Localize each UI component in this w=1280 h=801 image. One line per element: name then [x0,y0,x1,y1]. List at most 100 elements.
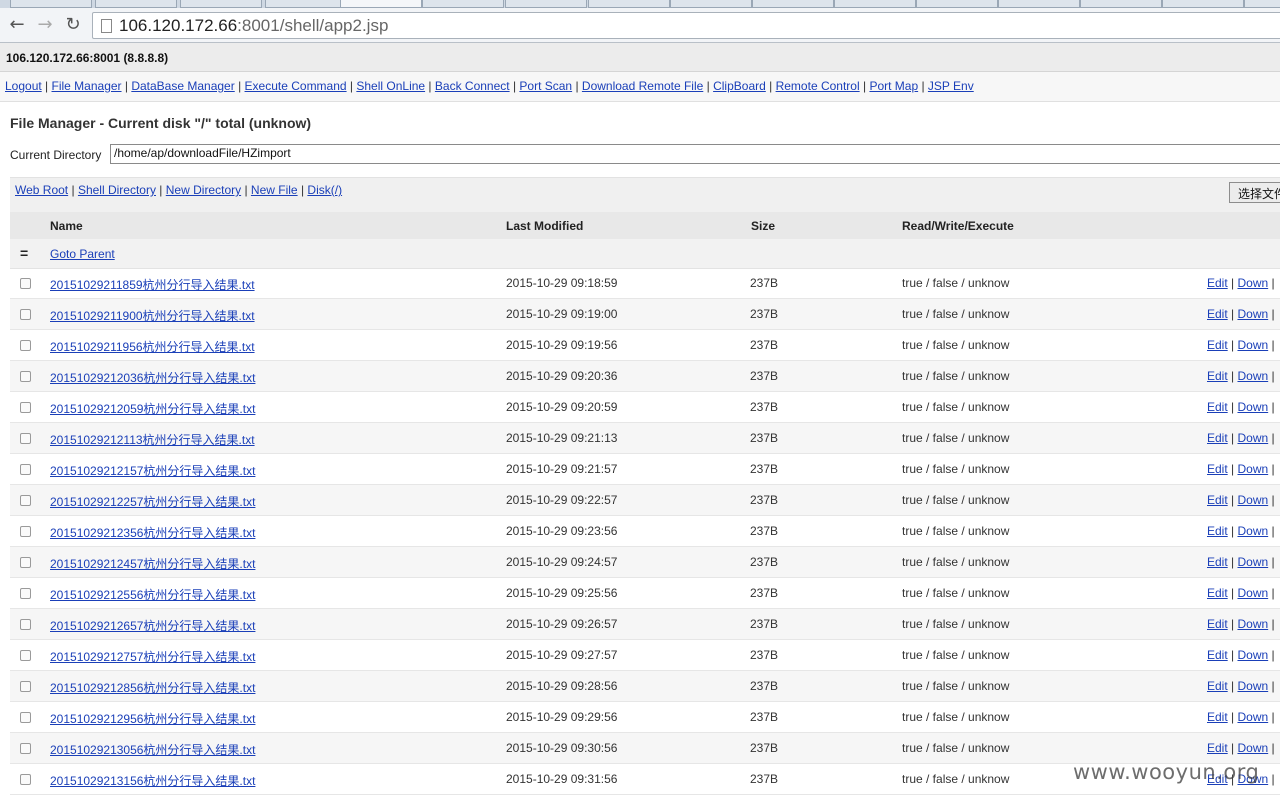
down-link[interactable]: Down [1237,431,1268,445]
browser-tab[interactable] [505,0,587,8]
browser-tab[interactable] [180,0,262,8]
file-name-link[interactable]: 20151029212036杭州分行导入结果.txt [50,369,255,386]
file-name-link[interactable]: 20151029212257杭州分行导入结果.txt [50,493,255,510]
row-checkbox[interactable] [20,557,31,568]
browser-tab[interactable] [95,0,177,8]
down-link[interactable]: Down [1237,276,1268,290]
browser-tab[interactable] [670,0,752,8]
row-checkbox[interactable] [20,371,31,382]
menu-clipboard[interactable]: ClipBoard [713,79,766,93]
browser-tab[interactable] [998,0,1080,8]
edit-link[interactable]: Edit [1207,493,1228,507]
file-name-link[interactable]: 20151029212757杭州分行导入结果.txt [50,648,255,665]
edit-link[interactable]: Edit [1207,431,1228,445]
menu-port-scan[interactable]: Port Scan [519,79,572,93]
browser-tab[interactable] [834,0,916,8]
link-new-directory[interactable]: New Directory [166,183,241,197]
down-link[interactable]: Down [1237,648,1268,662]
choose-file-button[interactable]: 选择文件 [1229,182,1280,203]
row-checkbox[interactable] [20,774,31,785]
edit-link[interactable]: Edit [1207,617,1228,631]
link-shell-directory[interactable]: Shell Directory [78,183,156,197]
row-checkbox[interactable] [20,433,31,444]
row-checkbox[interactable] [20,402,31,413]
browser-tab-active[interactable] [340,0,422,8]
reload-icon[interactable]: ↻ [62,14,84,36]
file-name-link[interactable]: 20151029213156杭州分行导入结果.txt [50,772,255,789]
file-name-link[interactable]: 20151029212157杭州分行导入结果.txt [50,462,255,479]
edit-link[interactable]: Edit [1207,369,1228,383]
row-checkbox[interactable] [20,309,31,320]
browser-tab[interactable] [916,0,998,8]
row-checkbox[interactable] [20,495,31,506]
menu-logout[interactable]: Logout [5,79,42,93]
file-name-link[interactable]: 20151029211900杭州分行导入结果.txt [50,307,255,324]
browser-tab[interactable] [588,0,670,8]
file-name-link[interactable]: 20151029212657杭州分行导入结果.txt [50,617,255,634]
file-name-link[interactable]: 20151029211956杭州分行导入结果.txt [50,338,255,355]
file-name-link[interactable]: 20151029212956杭州分行导入结果.txt [50,710,255,727]
row-checkbox[interactable] [20,588,31,599]
row-checkbox[interactable] [20,340,31,351]
edit-link[interactable]: Edit [1207,400,1228,414]
edit-link[interactable]: Edit [1207,741,1228,755]
menu-back-connect[interactable]: Back Connect [435,79,510,93]
menu-file-manager[interactable]: File Manager [52,79,122,93]
menu-database-manager[interactable]: DataBase Manager [131,79,234,93]
file-name-link[interactable]: 20151029212113杭州分行导入结果.txt [50,431,255,448]
link-new-file[interactable]: New File [251,183,298,197]
down-link[interactable]: Down [1237,400,1268,414]
down-link[interactable]: Down [1237,369,1268,383]
browser-tab[interactable] [422,0,504,8]
down-link[interactable]: Down [1237,524,1268,538]
row-checkbox[interactable] [20,743,31,754]
row-checkbox[interactable] [20,526,31,537]
edit-link[interactable]: Edit [1207,276,1228,290]
down-link[interactable]: Down [1237,679,1268,693]
file-name-link[interactable]: 20151029211859杭州分行导入结果.txt [50,276,255,293]
browser-tab[interactable] [265,0,342,8]
edit-link[interactable]: Edit [1207,555,1228,569]
down-link[interactable]: Down [1237,710,1268,724]
menu-execute-command[interactable]: Execute Command [245,79,347,93]
edit-link[interactable]: Edit [1207,462,1228,476]
edit-link[interactable]: Edit [1207,524,1228,538]
file-name-link[interactable]: 20151029212356杭州分行导入结果.txt [50,524,255,541]
edit-link[interactable]: Edit [1207,586,1228,600]
file-name-link[interactable]: 20151029212556杭州分行导入结果.txt [50,586,255,603]
menu-download-remote-file[interactable]: Download Remote File [582,79,703,93]
edit-link[interactable]: Edit [1207,307,1228,321]
down-link[interactable]: Down [1237,617,1268,631]
browser-tab[interactable] [1244,0,1280,8]
file-name-link[interactable]: 20151029213056杭州分行导入结果.txt [50,741,255,758]
browser-tab[interactable] [1162,0,1244,8]
menu-remote-control[interactable]: Remote Control [776,79,860,93]
edit-link[interactable]: Edit [1207,679,1228,693]
browser-tab[interactable] [10,0,92,8]
down-link[interactable]: Down [1237,307,1268,321]
row-checkbox[interactable] [20,464,31,475]
row-checkbox[interactable] [20,681,31,692]
link-web-root[interactable]: Web Root [15,183,68,197]
goto-parent-link[interactable]: Goto Parent [50,247,115,261]
menu-jsp-env[interactable]: JSP Env [928,79,974,93]
edit-link[interactable]: Edit [1207,710,1228,724]
down-link[interactable]: Down [1237,493,1268,507]
menu-port-map[interactable]: Port Map [869,79,918,93]
file-name-link[interactable]: 20151029212059杭州分行导入结果.txt [50,400,255,417]
edit-link[interactable]: Edit [1207,338,1228,352]
row-checkbox[interactable] [20,619,31,630]
browser-tab[interactable] [1080,0,1162,8]
file-name-link[interactable]: 20151029212457杭州分行导入结果.txt [50,555,255,572]
back-arrow-icon[interactable]: ← [6,14,28,36]
browser-tab[interactable] [752,0,834,8]
address-bar[interactable]: 106.120.172.66:8001/shell/app2.jsp [92,12,1280,39]
link-disk[interactable]: Disk(/) [307,183,342,197]
row-checkbox[interactable] [20,650,31,661]
down-link[interactable]: Down [1237,586,1268,600]
down-link[interactable]: Down [1237,555,1268,569]
down-link[interactable]: Down [1237,338,1268,352]
down-link[interactable]: Down [1237,741,1268,755]
file-name-link[interactable]: 20151029212856杭州分行导入结果.txt [50,679,255,696]
edit-link[interactable]: Edit [1207,648,1228,662]
